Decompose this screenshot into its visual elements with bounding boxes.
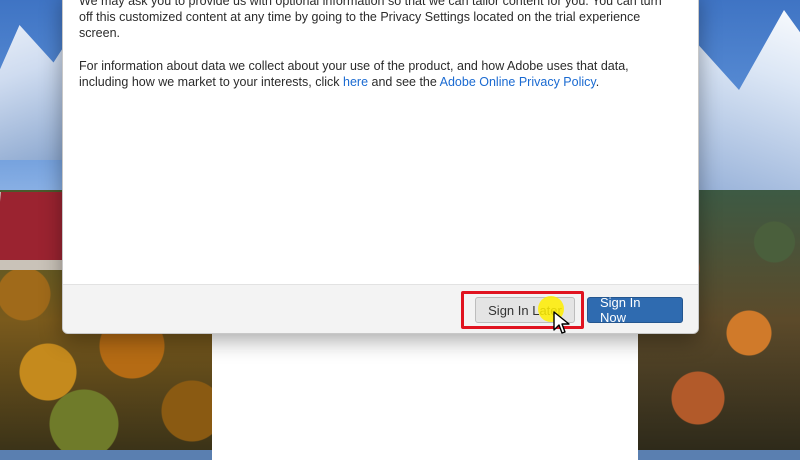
wallpaper-castle-roof — [0, 192, 64, 260]
privacy-paragraph-1: We may ask you to provide us with option… — [79, 0, 662, 40]
privacy-paragraph-2: For information about data we collect ab… — [79, 58, 669, 90]
mouse-pointer-icon — [553, 311, 570, 334]
privacy-dialog: We may ask you to provide us with option… — [62, 0, 699, 334]
background-window — [212, 330, 638, 460]
here-link[interactable]: here — [343, 75, 368, 89]
paragraph-2-text-end: . — [595, 75, 600, 89]
sign-in-now-button[interactable]: Sign In Now — [587, 295, 683, 325]
dialog-body: We may ask you to provide us with option… — [79, 0, 669, 90]
dialog-footer: Sign In Later Sign In Now — [63, 284, 698, 333]
paragraph-2-text-middle: and see the — [368, 75, 440, 89]
privacy-policy-link[interactable]: Adobe Online Privacy Policy — [440, 75, 596, 89]
